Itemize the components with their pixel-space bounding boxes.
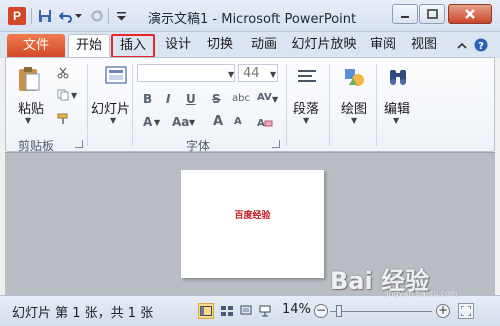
character-spacing-dropdown-icon[interactable]: ▼ [272,95,278,104]
tab-insert[interactable]: 插入 [111,34,155,58]
slide-count-status: 幻灯片 第 1 张，共 1 张 [12,306,154,321]
normal-view-icon[interactable] [198,303,214,319]
tab-transitions[interactable]: 切换 [200,34,240,58]
group-divider [132,64,133,146]
baidu-watermark: Bai 经验 jingyan.baidu.com [330,255,500,303]
save-icon[interactable] [36,7,54,25]
font-name-field[interactable] [137,64,235,82]
qat-divider [31,8,32,24]
change-case-dropdown-icon[interactable]: ▼ [189,118,195,127]
format-painter-icon[interactable] [56,112,70,126]
strikethrough-button[interactable]: S [212,92,221,106]
zoom-slider-thumb[interactable] [336,305,342,317]
zoom-in-button[interactable]: + [436,304,450,318]
slide-show-view-icon[interactable] [257,303,273,319]
zoom-level[interactable]: 14% [282,302,311,317]
reading-view-icon[interactable] [238,303,254,319]
tab-file[interactable]: 文件 [7,34,65,58]
paragraph-icon[interactable] [294,64,320,90]
paste-dropdown-icon[interactable]: ▼ [25,116,31,125]
clear-formatting-icon[interactable]: A [256,115,274,129]
title-bar: P 演示文稿1 - Microsoft PowerPoint [0,0,500,32]
tab-design[interactable]: 设计 [160,34,196,58]
change-case-button[interactable]: Aa [172,115,189,129]
ribbon: 粘贴 ▼ ▼ 剪贴板 幻灯片 ▼ ▼ 44 ▼ B I U S abc AV ▼… [5,57,495,153]
shrink-font-button[interactable]: A [234,116,242,127]
close-button[interactable] [448,4,492,24]
tab-review[interactable]: 审阅 [364,34,402,58]
copy-dropdown-icon[interactable]: ▼ [71,91,77,100]
maximize-button[interactable] [419,4,445,24]
window-title: 演示文稿1 - Microsoft PowerPoint [148,12,357,27]
font-size-value: 44 [243,66,260,81]
drawing-dropdown-icon[interactable]: ▼ [351,116,357,125]
editing-dropdown-icon[interactable]: ▼ [393,116,399,125]
fit-to-window-icon[interactable] [458,303,474,319]
grow-font-button[interactable]: A [213,114,223,129]
tab-home[interactable]: 开始 [68,34,110,58]
font-name-dropdown-icon[interactable]: ▼ [228,70,234,79]
zoom-slider-track[interactable] [330,311,432,312]
font-launcher-icon[interactable] [272,140,280,148]
undo-dropdown-icon[interactable] [73,7,83,25]
tab-animations[interactable]: 动画 [244,34,284,58]
group-divider [286,64,287,146]
group-divider [329,64,330,146]
clipboard-launcher-icon[interactable] [75,140,83,148]
new-slide-icon[interactable] [103,64,129,88]
cut-icon[interactable] [56,66,70,80]
paste-label[interactable]: 粘贴 [18,98,44,117]
customize-qat-icon[interactable] [112,7,130,25]
help-icon[interactable]: ? [474,38,488,52]
find-binoculars-icon[interactable] [385,64,411,90]
italic-button[interactable]: I [166,92,170,106]
paste-icon[interactable] [16,64,42,94]
drawing-shapes-icon[interactable] [341,64,367,90]
group-divider [87,64,88,146]
zoom-out-button[interactable]: − [314,304,328,318]
drawing-label[interactable]: 绘图 [341,98,367,117]
editing-label[interactable]: 编辑 [384,98,410,117]
svg-text:A: A [257,118,265,128]
font-color-dropdown-icon[interactable]: ▼ [154,118,160,127]
minimize-button[interactable] [392,4,418,24]
copy-icon[interactable] [56,88,70,102]
new-slide-label[interactable]: 幻灯片 [91,98,130,117]
watermark-url: jingyan.baidu.com [384,289,458,298]
paragraph-dropdown-icon[interactable]: ▼ [303,116,309,125]
redo-icon[interactable] [88,7,106,25]
character-spacing-button[interactable]: AV [257,92,272,103]
powerpoint-app-icon[interactable]: P [8,7,26,25]
tab-view[interactable]: 视图 [406,34,442,58]
text-shadow-button[interactable]: abc [232,93,250,104]
font-color-button[interactable]: A [143,115,152,129]
tab-slide-show[interactable]: 幻灯片放映 [288,34,360,58]
slide-text[interactable]: 百度经验 [181,208,324,221]
group-divider [376,64,377,146]
minimize-ribbon-icon[interactable] [455,38,469,52]
bold-button[interactable]: B [143,92,152,106]
slide-canvas[interactable]: 百度经验 [181,170,324,278]
svg-text:?: ? [478,41,484,52]
font-size-dropdown-icon[interactable]: ▼ [270,70,276,79]
ribbon-tab-row: 文件 开始 插入 设计 切换 动画 幻灯片放映 审阅 视图 ? [0,32,500,58]
paragraph-label[interactable]: 段落 [293,98,319,117]
new-slide-dropdown-icon[interactable]: ▼ [110,116,116,125]
slide-sorter-view-icon[interactable] [219,303,235,319]
underline-button[interactable]: U [186,92,196,106]
qat-divider [108,8,109,24]
